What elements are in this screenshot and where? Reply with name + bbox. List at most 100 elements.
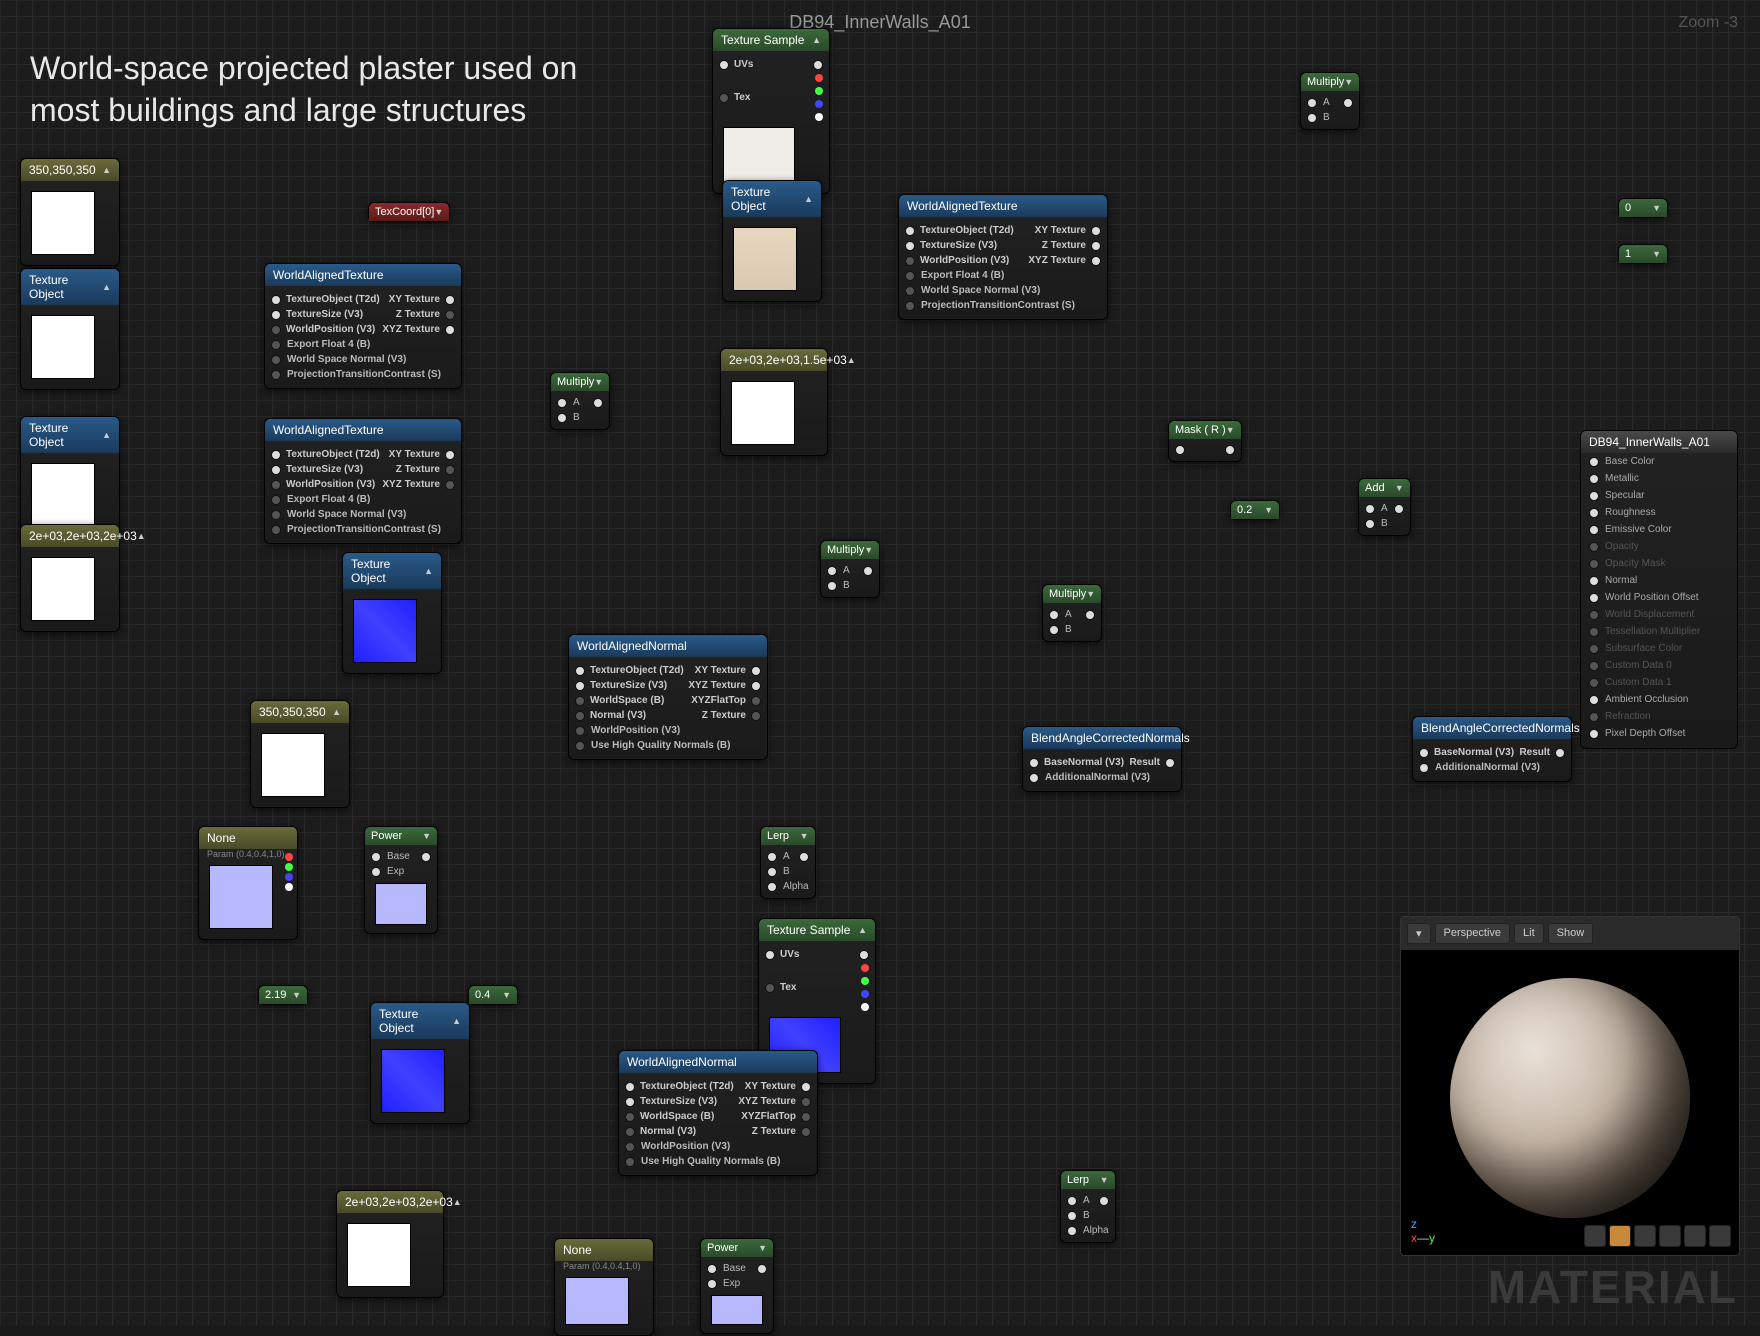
- multiply-node-a[interactable]: Multiply▼ A B: [550, 372, 610, 430]
- collapse-icon[interactable]: ▼: [864, 545, 873, 555]
- thumb-white: [31, 463, 95, 527]
- thumb-white: [261, 733, 325, 797]
- multiply-node-d[interactable]: Multiply▼ A B: [1042, 584, 1102, 642]
- collapse-icon[interactable]: ▼: [800, 831, 809, 841]
- const-0.4[interactable]: 0.4▼: [468, 985, 518, 1005]
- collapse-icon[interactable]: ▲: [102, 430, 111, 440]
- thumb-noise: [723, 127, 795, 183]
- const-2e3-b[interactable]: 2e+03,2e+03,1.5e+03▲: [720, 348, 828, 456]
- preview-shape-plane[interactable]: [1634, 1225, 1656, 1247]
- collapse-icon[interactable]: ▼: [1344, 77, 1353, 87]
- collapse-icon[interactable]: ▲: [858, 925, 867, 935]
- world-aligned-normal-a[interactable]: WorldAlignedNormal TextureObject (T2d)XY…: [568, 634, 768, 760]
- lerp-node-a[interactable]: Lerp▼ A B Alpha: [760, 826, 816, 899]
- collapse-icon[interactable]: ▼: [1226, 425, 1235, 435]
- collapse-icon[interactable]: ▼: [1264, 505, 1273, 515]
- lerp-node-b[interactable]: Lerp▼ A B Alpha: [1060, 1170, 1116, 1243]
- add-node[interactable]: Add▼ A B: [1358, 478, 1411, 536]
- preview-shape-sphere[interactable]: [1609, 1225, 1631, 1247]
- const-350-b[interactable]: 350,350,350▲: [250, 700, 350, 808]
- collapse-icon[interactable]: ▼: [434, 207, 443, 217]
- preview-lit-button[interactable]: Lit: [1514, 923, 1544, 944]
- output-pin-custom-data-0[interactable]: Custom Data 0: [1581, 657, 1737, 674]
- texture-sample-top[interactable]: Texture Sample▲ UVs Tex: [712, 28, 830, 194]
- output-pin-opacity-mask[interactable]: Opacity Mask: [1581, 555, 1737, 572]
- collapse-icon[interactable]: ▲: [453, 1197, 462, 1207]
- preview-show-button[interactable]: Show: [1548, 923, 1594, 944]
- world-aligned-normal-b[interactable]: WorldAlignedNormal TextureObject (T2d)XY…: [618, 1050, 818, 1176]
- output-pin-pixel-depth-offset[interactable]: Pixel Depth Offset: [1581, 725, 1737, 742]
- preview-menu-icon[interactable]: ▾: [1407, 923, 1431, 944]
- mask-r-node[interactable]: Mask ( R )▼: [1168, 420, 1242, 462]
- const-2e3-a[interactable]: 2e+03,2e+03,2e+03▲: [20, 524, 120, 632]
- preview-shape-cube[interactable]: [1659, 1225, 1681, 1247]
- output-pin-subsurface-color[interactable]: Subsurface Color: [1581, 640, 1737, 657]
- const-0.2[interactable]: 0.2▼: [1230, 500, 1280, 520]
- param-none-b[interactable]: None Param (0.4,0.4,1,0): [554, 1238, 654, 1336]
- output-pin-refraction[interactable]: Refraction: [1581, 708, 1737, 725]
- preview-shape-mesh[interactable]: [1684, 1225, 1706, 1247]
- thumb-white: [31, 315, 95, 379]
- blend-normals-a[interactable]: BlendAngleCorrectedNormals BaseNormal (V…: [1022, 726, 1182, 792]
- collapse-icon[interactable]: ▼: [594, 377, 603, 387]
- texture-object-normal-b[interactable]: Texture Object▲: [370, 1002, 470, 1124]
- output-pin-emissive-color[interactable]: Emissive Color: [1581, 521, 1737, 538]
- world-aligned-texture-a[interactable]: WorldAlignedTexture TextureObject (T2d)X…: [264, 263, 462, 389]
- collapse-icon[interactable]: ▲: [102, 165, 111, 175]
- collapse-icon[interactable]: ▲: [812, 35, 821, 45]
- thumb-white: [347, 1223, 411, 1287]
- output-pin-opacity[interactable]: Opacity: [1581, 538, 1737, 555]
- output-pin-base-color[interactable]: Base Color: [1581, 453, 1737, 470]
- const-350-a[interactable]: 350,350,350▲: [20, 158, 120, 266]
- output-pin-roughness[interactable]: Roughness: [1581, 504, 1737, 521]
- output-pin-world-position-offset[interactable]: World Position Offset: [1581, 589, 1737, 606]
- collapse-icon[interactable]: ▲: [102, 282, 111, 292]
- texture-object-normal-a[interactable]: Texture Object▲: [342, 552, 442, 674]
- output-pin-metallic[interactable]: Metallic: [1581, 470, 1737, 487]
- output-pin-specular[interactable]: Specular: [1581, 487, 1737, 504]
- power-node-a[interactable]: Power▼ Base Exp: [364, 826, 438, 934]
- material-preview-panel[interactable]: ▾ Perspective Lit Show zx—y: [1400, 916, 1740, 1256]
- preview-sphere[interactable]: [1450, 978, 1690, 1218]
- const-1[interactable]: 1▼: [1618, 244, 1668, 264]
- multiply-node-c[interactable]: Multiply▼ A B: [820, 540, 880, 598]
- texcoord-node[interactable]: TexCoord[0]▼: [368, 202, 450, 222]
- preview-perspective-button[interactable]: Perspective: [1435, 923, 1510, 944]
- const-2.19[interactable]: 2.19▼: [258, 985, 308, 1005]
- output-pin-custom-data-1[interactable]: Custom Data 1: [1581, 674, 1737, 691]
- output-pin-world-displacement[interactable]: World Displacement: [1581, 606, 1737, 623]
- output-pin-ambient-occlusion[interactable]: Ambient Occlusion: [1581, 691, 1737, 708]
- collapse-icon[interactable]: ▼: [758, 1243, 767, 1253]
- collapse-icon[interactable]: ▲: [137, 531, 146, 541]
- collapse-icon[interactable]: ▼: [1395, 483, 1404, 493]
- power-node-b[interactable]: Power▼ Base Exp: [700, 1238, 774, 1334]
- world-aligned-texture-c[interactable]: WorldAlignedTexture TextureObject (T2d)X…: [898, 194, 1108, 320]
- output-pin-normal[interactable]: Normal: [1581, 572, 1737, 589]
- const-0[interactable]: 0▼: [1618, 198, 1668, 218]
- collapse-icon[interactable]: ▼: [502, 990, 511, 1000]
- param-none-a[interactable]: None Param (0.4,0.4,1,0): [198, 826, 298, 940]
- blend-normals-b[interactable]: BlendAngleCorrectedNormals BaseNormal (V…: [1412, 716, 1572, 782]
- collapse-icon[interactable]: ▲: [804, 194, 813, 204]
- collapse-icon[interactable]: ▼: [422, 831, 431, 841]
- preview-shape-cylinder[interactable]: [1584, 1225, 1606, 1247]
- texture-object-a[interactable]: Texture Object▲: [20, 268, 120, 390]
- output-pin-tessellation-multiplier[interactable]: Tessellation Multiplier: [1581, 623, 1737, 640]
- collapse-icon[interactable]: ▲: [847, 355, 856, 365]
- texture-object-tan[interactable]: Texture Object▲: [722, 180, 822, 302]
- collapse-icon[interactable]: ▼: [1086, 589, 1095, 599]
- const-2e3-c[interactable]: 2e+03,2e+03,2e+03▲: [336, 1190, 444, 1298]
- texture-object-b[interactable]: Texture Object▲: [20, 416, 120, 538]
- material-output-node[interactable]: DB94_InnerWalls_A01 Base ColorMetallicSp…: [1580, 430, 1738, 749]
- collapse-icon[interactable]: ▼: [1652, 249, 1661, 259]
- preview-shape-custom[interactable]: [1709, 1225, 1731, 1247]
- collapse-icon[interactable]: ▼: [292, 990, 301, 1000]
- collapse-icon[interactable]: ▲: [424, 566, 433, 576]
- world-aligned-texture-b[interactable]: WorldAlignedTexture TextureObject (T2d)X…: [264, 418, 462, 544]
- collapse-icon[interactable]: ▲: [332, 707, 341, 717]
- multiply-node-b[interactable]: Multiply▼ A B: [1300, 72, 1360, 130]
- collapse-icon[interactable]: ▲: [452, 1016, 461, 1026]
- collapse-icon[interactable]: ▼: [1652, 203, 1661, 213]
- thumb-param: [209, 865, 273, 929]
- collapse-icon[interactable]: ▼: [1100, 1175, 1109, 1185]
